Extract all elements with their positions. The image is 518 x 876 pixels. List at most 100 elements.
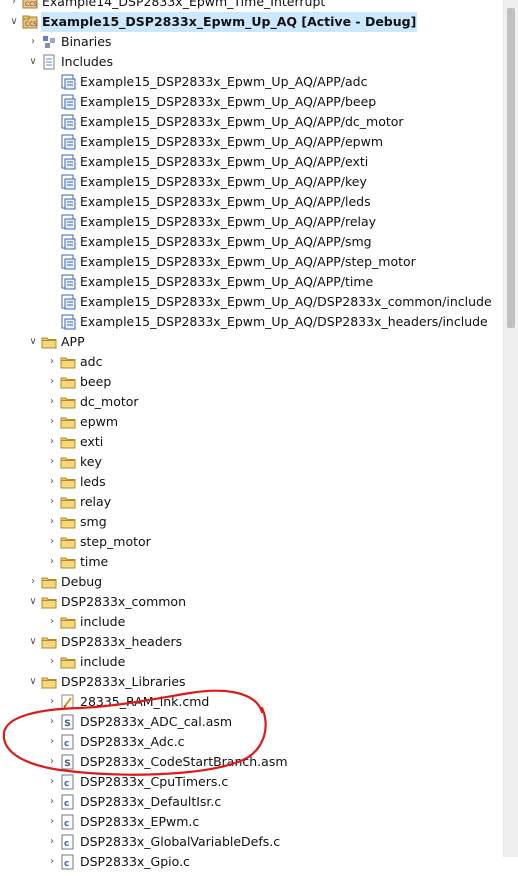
tree-item[interactable]: Example15_DSP2833x_Epwm_Up_AQ/APP/smg <box>0 232 504 252</box>
tree-item[interactable]: › dc_motor <box>0 392 504 412</box>
collapse-chevron-right-icon[interactable]: › <box>46 832 58 852</box>
collapse-chevron-right-icon[interactable]: › <box>46 492 58 512</box>
collapse-chevron-right-icon[interactable]: › <box>46 652 58 672</box>
tree-item[interactable]: › time <box>0 552 504 572</box>
include-path-icon <box>60 94 76 110</box>
collapse-chevron-right-icon[interactable]: › <box>46 452 58 472</box>
tree-item[interactable]: › c DSP2833x_Adc.c <box>0 732 504 752</box>
tree-item-label: key <box>80 454 102 469</box>
tree-item-label: Example15_DSP2833x_Epwm_Up_AQ/APP/time <box>80 274 374 289</box>
collapse-chevron-right-icon[interactable]: › <box>46 392 58 412</box>
tree-item[interactable]: › include <box>0 652 504 672</box>
include-path-icon <box>60 214 76 230</box>
tree-item[interactable]: ∨ DSP2833x_headers <box>0 632 504 652</box>
tree-item[interactable]: Example15_DSP2833x_Epwm_Up_AQ/APP/exti <box>0 152 504 172</box>
tree-item-label: Debug <box>61 574 103 589</box>
tree-item[interactable]: › relay <box>0 492 504 512</box>
expand-chevron-down-icon[interactable]: ∨ <box>27 592 39 612</box>
include-path-icon <box>60 114 76 130</box>
tree-item[interactable]: › adc <box>0 352 504 372</box>
folder-icon <box>60 654 76 670</box>
tree-item[interactable]: › CCS Example14_DSP2833x_Epwm_Time_Interru… <box>0 0 504 12</box>
folder-icon <box>60 414 76 430</box>
vertical-scrollbar[interactable] <box>503 0 518 857</box>
collapse-chevron-right-icon[interactable]: › <box>27 32 39 52</box>
collapse-chevron-right-icon[interactable]: › <box>46 612 58 632</box>
tree-item[interactable]: Example15_DSP2833x_Epwm_Up_AQ/APP/time <box>0 272 504 292</box>
folder-icon <box>60 374 76 390</box>
tree-item[interactable]: ∨ APP <box>0 332 504 352</box>
tree-item[interactable]: › Debug <box>0 572 504 592</box>
collapse-chevron-right-icon[interactable]: › <box>8 0 20 12</box>
tree-item[interactable]: › leds <box>0 472 504 492</box>
scrollbar-thumb[interactable] <box>507 8 515 328</box>
expand-chevron-down-icon[interactable]: ∨ <box>27 52 39 72</box>
tree-item[interactable]: Example15_DSP2833x_Epwm_Up_AQ/APP/leds <box>0 192 504 212</box>
tree-item-label: DSP2833x_common <box>61 594 186 609</box>
tree-item-label: DSP2833x_CodeStartBranch.asm <box>80 754 288 769</box>
expand-chevron-down-icon[interactable]: ∨ <box>27 632 39 652</box>
tree-item[interactable]: › c DSP2833x_EPwm.c <box>0 812 504 832</box>
expand-chevron-down-icon[interactable]: ∨ <box>27 332 39 352</box>
tree-item[interactable]: Example15_DSP2833x_Epwm_Up_AQ/APP/beep <box>0 92 504 112</box>
binaries-icon <box>41 34 57 50</box>
collapse-chevron-right-icon[interactable]: › <box>46 752 58 772</box>
tree-item[interactable]: Example15_DSP2833x_Epwm_Up_AQ/APP/key <box>0 172 504 192</box>
collapse-chevron-right-icon[interactable]: › <box>46 732 58 752</box>
tree-item[interactable]: Example15_DSP2833x_Epwm_Up_AQ/APP/dc_mot… <box>0 112 504 132</box>
tree-item[interactable]: › step_motor <box>0 532 504 552</box>
tree-item[interactable]: ∨ DSP2833x_common <box>0 592 504 612</box>
include-path-icon <box>60 74 76 90</box>
tree-item[interactable]: ∨ CCS Example15_DSP2833x_Epwm_Up_AQ [Activ… <box>0 12 504 32</box>
tree-item[interactable]: Example15_DSP2833x_Epwm_Up_AQ/DSP2833x_h… <box>0 312 504 332</box>
tree-item[interactable]: ∨ Includes <box>0 52 504 72</box>
tree-item[interactable]: › beep <box>0 372 504 392</box>
tree-item[interactable]: Example15_DSP2833x_Epwm_Up_AQ/APP/step_m… <box>0 252 504 272</box>
svg-text:c: c <box>64 819 69 829</box>
tree-item-label: time <box>80 554 109 569</box>
tree-item[interactable]: › c DSP2833x_Gpio.c <box>0 852 504 872</box>
tree-item[interactable]: › c DSP2833x_DefaultIsr.c <box>0 792 504 812</box>
tree-item[interactable]: › Binaries <box>0 32 504 52</box>
collapse-chevron-right-icon[interactable]: › <box>46 772 58 792</box>
tree-item[interactable]: › exti <box>0 432 504 452</box>
tree-item[interactable]: › c DSP2833x_CpuTimers.c <box>0 772 504 792</box>
collapse-chevron-right-icon[interactable]: › <box>46 712 58 732</box>
tree-item[interactable]: Example15_DSP2833x_Epwm_Up_AQ/DSP2833x_c… <box>0 292 504 312</box>
collapse-chevron-right-icon[interactable]: › <box>46 532 58 552</box>
folder-icon <box>60 434 76 450</box>
tree-item-label: DSP2833x_GlobalVariableDefs.c <box>80 834 281 849</box>
collapse-chevron-right-icon[interactable]: › <box>46 552 58 572</box>
collapse-chevron-right-icon[interactable]: › <box>46 472 58 492</box>
tree-item[interactable]: › smg <box>0 512 504 532</box>
collapse-chevron-right-icon[interactable]: › <box>46 792 58 812</box>
tree-item[interactable]: › include <box>0 612 504 632</box>
tree-item[interactable]: › 28335_RAM_lnk.cmd <box>0 692 504 712</box>
tree-item[interactable]: Example15_DSP2833x_Epwm_Up_AQ/APP/adc <box>0 72 504 92</box>
collapse-chevron-right-icon[interactable]: › <box>27 572 39 592</box>
folder-icon <box>41 594 57 610</box>
svg-text:c: c <box>64 779 69 789</box>
tree-item[interactable]: › S DSP2833x_ADC_cal.asm <box>0 712 504 732</box>
tree-item[interactable]: › c DSP2833x_GlobalVariableDefs.c <box>0 832 504 852</box>
collapse-chevron-right-icon[interactable]: › <box>46 692 58 712</box>
tree-item[interactable]: › epwm <box>0 412 504 432</box>
folder-icon <box>60 394 76 410</box>
collapse-chevron-right-icon[interactable]: › <box>46 372 58 392</box>
tree-item[interactable]: › key <box>0 452 504 472</box>
expand-chevron-down-icon[interactable]: ∨ <box>27 672 39 692</box>
tree-item[interactable]: Example15_DSP2833x_Epwm_Up_AQ/APP/epwm <box>0 132 504 152</box>
tree-item-label: DSP2833x_Libraries <box>61 674 186 689</box>
collapse-chevron-right-icon[interactable]: › <box>46 812 58 832</box>
collapse-chevron-right-icon[interactable]: › <box>46 512 58 532</box>
collapse-chevron-right-icon[interactable]: › <box>46 352 58 372</box>
tree-item[interactable]: › S DSP2833x_CodeStartBranch.asm <box>0 752 504 772</box>
collapse-chevron-right-icon[interactable]: › <box>46 412 58 432</box>
expand-chevron-down-icon[interactable]: ∨ <box>8 12 20 32</box>
project-explorer-tree: › CCS Example14_DSP2833x_Epwm_Time_Interru… <box>0 0 504 872</box>
tree-item[interactable]: ∨ DSP2833x_Libraries <box>0 672 504 692</box>
collapse-chevron-right-icon[interactable]: › <box>46 852 58 872</box>
tree-item[interactable]: Example15_DSP2833x_Epwm_Up_AQ/APP/relay <box>0 212 504 232</box>
tree-item-label: include <box>80 654 126 669</box>
collapse-chevron-right-icon[interactable]: › <box>46 432 58 452</box>
